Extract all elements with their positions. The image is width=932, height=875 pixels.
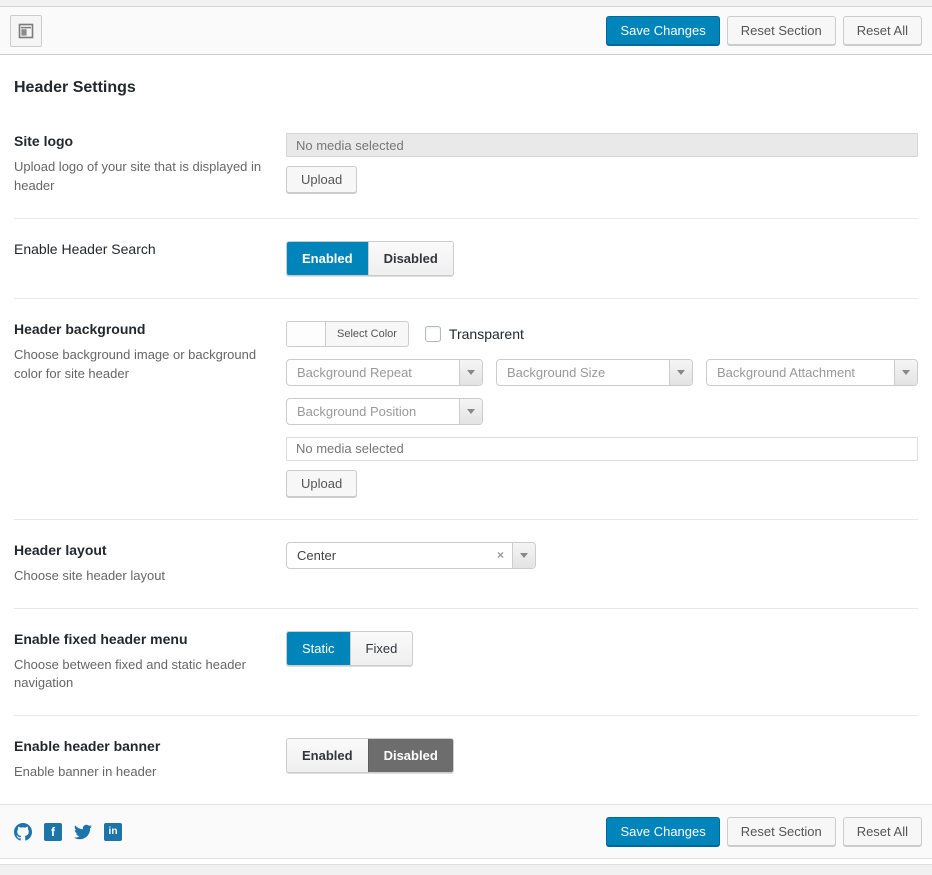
fixed-menu-title: Enable fixed header menu bbox=[14, 631, 268, 647]
reset-section-button[interactable]: Reset Section bbox=[727, 16, 836, 45]
field-row-header-search: Enable Header Search Enabled Disabled bbox=[14, 219, 918, 299]
field-row-header-banner: Enable header banner Enable banner in he… bbox=[14, 716, 918, 804]
settings-content: Header Settings Site logo Upload logo of… bbox=[0, 55, 932, 804]
social-links: f in bbox=[10, 823, 122, 841]
select-color-button[interactable]: Select Color bbox=[325, 321, 409, 347]
github-icon[interactable] bbox=[14, 823, 32, 841]
reset-section-button-footer[interactable]: Reset Section bbox=[727, 817, 836, 846]
header-banner-disabled-option[interactable]: Disabled bbox=[368, 739, 453, 772]
header-banner-title: Enable header banner bbox=[14, 738, 268, 754]
transparent-label: Transparent bbox=[449, 326, 524, 342]
header-search-enabled-option[interactable]: Enabled bbox=[287, 242, 368, 275]
fixed-menu-static-option[interactable]: Static bbox=[287, 632, 350, 665]
header-banner-desc: Enable banner in header bbox=[14, 763, 268, 782]
header-background-title: Header background bbox=[14, 321, 268, 337]
save-changes-button[interactable]: Save Changes bbox=[606, 16, 719, 45]
background-upload-button[interactable]: Upload bbox=[286, 470, 357, 497]
linkedin-icon[interactable]: in bbox=[104, 823, 122, 841]
site-logo-desc: Upload logo of your site that is display… bbox=[14, 158, 268, 196]
header-banner-enabled-option[interactable]: Enabled bbox=[287, 739, 368, 772]
site-logo-title: Site logo bbox=[14, 133, 268, 149]
field-row-fixed-menu: Enable fixed header menu Choose between … bbox=[14, 609, 918, 717]
header-banner-toggle: Enabled Disabled bbox=[286, 738, 454, 773]
background-position-select[interactable]: Background Position bbox=[286, 398, 483, 425]
options-panel: Save Changes Reset Section Reset All Hea… bbox=[0, 0, 932, 875]
field-row-header-background: Header background Choose background imag… bbox=[14, 299, 918, 520]
field-row-site-logo: Site logo Upload logo of your site that … bbox=[14, 111, 918, 219]
header-layout-select[interactable]: Center × bbox=[286, 542, 536, 569]
site-logo-media-input[interactable] bbox=[286, 133, 918, 157]
footer-bar: f in Save Changes Reset Section Reset Al… bbox=[0, 804, 932, 859]
layout-icon bbox=[18, 23, 34, 39]
header-search-title: Enable Header Search bbox=[14, 241, 268, 257]
background-repeat-select[interactable]: Background Repeat bbox=[286, 359, 483, 386]
facebook-icon[interactable]: f bbox=[44, 823, 62, 841]
chevron-down-icon bbox=[669, 360, 692, 385]
fixed-menu-fixed-option[interactable]: Fixed bbox=[350, 632, 413, 665]
header-layout-title: Header layout bbox=[14, 542, 268, 558]
field-row-header-layout: Header layout Choose site header layout … bbox=[14, 520, 918, 609]
chevron-down-icon bbox=[894, 360, 917, 385]
page-title: Header Settings bbox=[14, 55, 918, 111]
bottom-strip bbox=[0, 864, 932, 875]
background-media-input[interactable] bbox=[286, 437, 918, 461]
header-layout-desc: Choose site header layout bbox=[14, 567, 268, 586]
fixed-menu-toggle: Static Fixed bbox=[286, 631, 413, 666]
header-search-toggle: Enabled Disabled bbox=[286, 241, 454, 276]
save-changes-button-footer[interactable]: Save Changes bbox=[606, 817, 719, 846]
chevron-down-icon bbox=[459, 360, 482, 385]
chevron-down-icon bbox=[512, 543, 535, 568]
site-logo-upload-button[interactable]: Upload bbox=[286, 166, 357, 193]
clear-selection-icon[interactable]: × bbox=[493, 548, 512, 562]
top-strip bbox=[0, 0, 932, 7]
background-attachment-select[interactable]: Background Attachment bbox=[706, 359, 918, 386]
transparent-checkbox[interactable] bbox=[425, 326, 441, 342]
toolbar: Save Changes Reset Section Reset All bbox=[0, 7, 932, 55]
expand-options-button[interactable] bbox=[10, 15, 42, 47]
header-search-disabled-option[interactable]: Disabled bbox=[368, 242, 453, 275]
fixed-menu-desc: Choose between fixed and static header n… bbox=[14, 656, 268, 694]
chevron-down-icon bbox=[459, 399, 482, 424]
reset-all-button-footer[interactable]: Reset All bbox=[843, 817, 922, 846]
header-background-desc: Choose background image or background co… bbox=[14, 346, 268, 384]
background-size-select[interactable]: Background Size bbox=[496, 359, 693, 386]
toolbar-actions: Save Changes Reset Section Reset All bbox=[606, 16, 922, 45]
reset-all-button[interactable]: Reset All bbox=[843, 16, 922, 45]
color-swatch[interactable] bbox=[286, 321, 326, 347]
twitter-icon[interactable] bbox=[74, 823, 92, 841]
footer-actions: Save Changes Reset Section Reset All bbox=[606, 817, 922, 846]
